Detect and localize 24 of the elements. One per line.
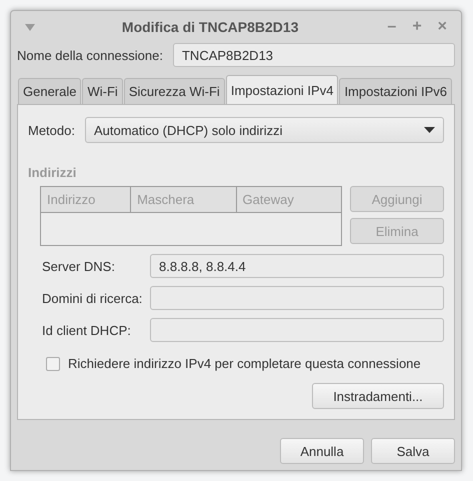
- checkbox[interactable]: [46, 356, 60, 370]
- save-button[interactable]: Salva: [371, 438, 455, 464]
- field-label: Nome della connessione:: [17, 48, 163, 62]
- connection-name-field[interactable]: TNCAP8B2D13: [172, 43, 455, 67]
- routes-button[interactable]: Instradamenti...: [312, 383, 444, 409]
- menu-caret-icon[interactable]: [25, 24, 35, 30]
- field-label: Metodo:: [28, 122, 75, 138]
- input-field[interactable]: [150, 318, 444, 342]
- cancel-button[interactable]: Annulla: [280, 438, 364, 464]
- field-label: Id client DHCP:: [42, 322, 132, 338]
- tab[interactable]: Generale: [18, 78, 82, 104]
- method-dropdown[interactable]: Automatico (DHCP) solo indirizzi: [84, 117, 444, 143]
- tab[interactable]: Impostazioni IPv6: [339, 78, 452, 104]
- field-label: Domini di ricerca:: [42, 290, 144, 306]
- caret-icon: [424, 127, 435, 133]
- tab[interactable]: Impostazioni IPv4: [226, 75, 338, 104]
- field-label: Server DNS:: [42, 258, 116, 274]
- input-field[interactable]: [150, 286, 444, 310]
- tab[interactable]: Sicurezza Wi-Fi: [124, 78, 225, 104]
- window-title: Modifica di TNCAP8B2D13: [120, 19, 300, 35]
- checkbox-label: Richiedere indirizzo IPv4 per completare questa connessione: [68, 356, 421, 371]
- input-field[interactable]: 8.8.8.8, 8.8.4.4: [150, 254, 444, 278]
- section-title: Indirizzi: [28, 165, 78, 180]
- tab[interactable]: Wi-Fi: [82, 78, 123, 104]
